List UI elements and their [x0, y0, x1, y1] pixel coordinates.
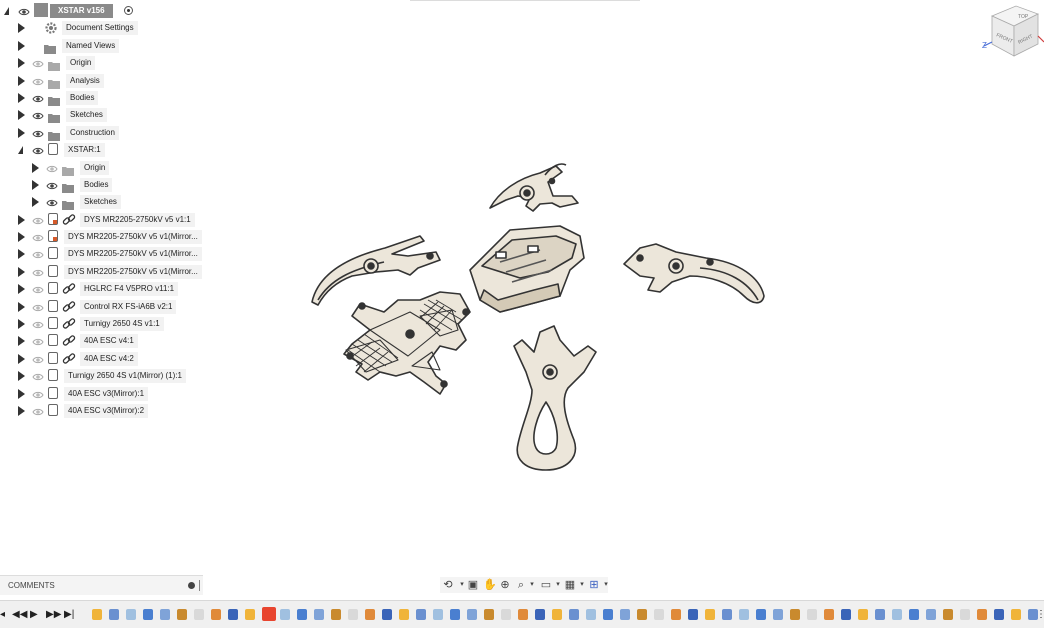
- timeline-plane-feature[interactable]: [654, 609, 664, 620]
- center-body-part[interactable]: [469, 225, 585, 313]
- timeline: ◂ ◀◀ ▶ ▶▶ ▶| ⋮: [0, 600, 1044, 628]
- arm-bottom-part[interactable]: [513, 325, 597, 471]
- viewports-dropdown-icon[interactable]: ▾: [600, 579, 612, 591]
- fit-dropdown-icon[interactable]: ▾: [526, 579, 538, 591]
- arm-left-part[interactable]: [311, 235, 441, 306]
- timeline-pattern-feature[interactable]: [382, 609, 392, 620]
- timeline-move-feature[interactable]: [875, 609, 885, 620]
- timeline-component-feature[interactable]: [586, 609, 596, 620]
- timeline-fillet-feature[interactable]: [926, 609, 936, 620]
- timeline-joint-feature[interactable]: [977, 609, 987, 620]
- pan-icon[interactable]: ✋: [483, 579, 497, 591]
- viewport-top-edge: [410, 0, 640, 1]
- timeline-settings-icon[interactable]: ⋮: [1036, 609, 1044, 621]
- view-cube-top-label: TOP: [1018, 14, 1029, 20]
- go-to-end-button[interactable]: ▶|: [64, 609, 74, 621]
- timeline-mirror-feature[interactable]: [143, 609, 153, 620]
- timeline-move-feature[interactable]: [722, 609, 732, 620]
- arm-right-part[interactable]: [623, 243, 765, 304]
- timeline-joint-feature[interactable]: [211, 609, 221, 620]
- timeline-move-feature[interactable]: [262, 607, 276, 621]
- display-dropdown-icon[interactable]: ▾: [552, 579, 564, 591]
- comments-panel[interactable]: COMMENTS: [0, 575, 203, 595]
- timeline-extrude-feature[interactable]: [331, 609, 341, 620]
- orbit-icon[interactable]: ⟲: [442, 579, 454, 591]
- timeline-component-feature[interactable]: [433, 609, 443, 620]
- timeline-joint-feature[interactable]: [518, 609, 528, 620]
- grid-dropdown-icon[interactable]: ▾: [576, 579, 588, 591]
- timeline-mirror-feature[interactable]: [297, 609, 307, 620]
- viewports-icon[interactable]: ⊞: [588, 579, 600, 591]
- timeline-pattern-feature[interactable]: [535, 609, 545, 620]
- timeline-mirror-feature[interactable]: [909, 609, 919, 620]
- timeline-sketch-feature[interactable]: [552, 609, 562, 620]
- display-settings-icon[interactable]: ▭: [540, 579, 552, 591]
- grid-icon[interactable]: ▦: [564, 579, 576, 591]
- timeline-mirror-feature[interactable]: [756, 609, 766, 620]
- timeline-component-feature[interactable]: [280, 609, 290, 620]
- timeline-move-feature[interactable]: [109, 609, 119, 620]
- timeline-fillet-feature[interactable]: [467, 609, 477, 620]
- step-forward-button[interactable]: ▶▶: [46, 609, 61, 621]
- timeline-plane-feature[interactable]: [807, 609, 817, 620]
- timeline-edge-icon: ◂: [0, 609, 6, 620]
- timeline-plane-feature[interactable]: [194, 609, 204, 620]
- timeline-sketch-feature[interactable]: [399, 609, 409, 620]
- timeline-sketch-feature[interactable]: [858, 609, 868, 620]
- timeline-pattern-feature[interactable]: [994, 609, 1004, 620]
- timeline-sketch-feature[interactable]: [1011, 609, 1021, 620]
- zoom-icon[interactable]: ⊕: [499, 579, 511, 591]
- timeline-fillet-feature[interactable]: [160, 609, 170, 620]
- timeline-pattern-feature[interactable]: [841, 609, 851, 620]
- design-viewport[interactable]: [0, 0, 1044, 575]
- comments-divider: [199, 580, 200, 591]
- timeline-component-feature[interactable]: [739, 609, 749, 620]
- play-back-button[interactable]: ▶: [30, 609, 38, 621]
- x-axis-line: [1037, 35, 1044, 43]
- timeline-extrude-feature[interactable]: [484, 609, 494, 620]
- view-cube[interactable]: TOP FRONT RIGHT Z: [982, 2, 1044, 64]
- timeline-plane-feature[interactable]: [348, 609, 358, 620]
- timeline-component-feature[interactable]: [892, 609, 902, 620]
- go-to-start-button[interactable]: ◀◀: [12, 609, 27, 621]
- timeline-sketch-feature[interactable]: [92, 609, 102, 620]
- timeline-move-feature[interactable]: [569, 609, 579, 620]
- timeline-component-feature[interactable]: [126, 609, 136, 620]
- timeline-joint-feature[interactable]: [671, 609, 681, 620]
- timeline-fillet-feature[interactable]: [314, 609, 324, 620]
- timeline-joint-feature[interactable]: [824, 609, 834, 620]
- comments-label: COMMENTS: [8, 581, 55, 590]
- timeline-plane-feature[interactable]: [960, 609, 970, 620]
- timeline-extrude-feature[interactable]: [177, 609, 187, 620]
- central-plate-part[interactable]: [343, 291, 471, 395]
- timeline-pattern-feature[interactable]: [688, 609, 698, 620]
- arm-top-part[interactable]: [489, 163, 579, 212]
- navigation-toolbar: ⟲ ▾ ▣ ✋ ⊕ ⌕ ▾ ▭ ▾ ▦ ▾ ⊞ ▾: [440, 577, 608, 593]
- timeline-fillet-feature[interactable]: [620, 609, 630, 620]
- z-axis-label: Z: [982, 41, 987, 50]
- timeline-sketch-feature[interactable]: [245, 609, 255, 620]
- timeline-extrude-feature[interactable]: [637, 609, 647, 620]
- timeline-sketch-feature[interactable]: [705, 609, 715, 620]
- look-at-icon[interactable]: ▣: [467, 579, 479, 591]
- timeline-mirror-feature[interactable]: [450, 609, 460, 620]
- timeline-move-feature[interactable]: [416, 609, 426, 620]
- timeline-fillet-feature[interactable]: [773, 609, 783, 620]
- timeline-extrude-feature[interactable]: [943, 609, 953, 620]
- timeline-joint-feature[interactable]: [365, 609, 375, 620]
- timeline-extrude-feature[interactable]: [790, 609, 800, 620]
- comments-toggle-icon[interactable]: [188, 582, 195, 589]
- timeline-plane-feature[interactable]: [501, 609, 511, 620]
- timeline-pattern-feature[interactable]: [228, 609, 238, 620]
- timeline-mirror-feature[interactable]: [603, 609, 613, 620]
